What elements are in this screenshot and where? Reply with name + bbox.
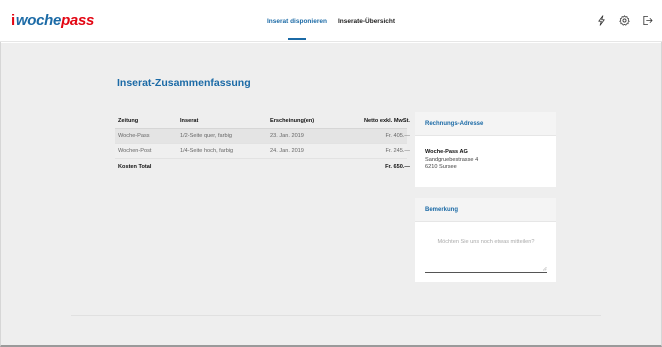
main-nav: Inserat disponieren Inserate-Übersicht — [0, 0, 662, 42]
total-value: Fr. 650.— — [385, 163, 410, 170]
table-row: Wochen-Post 1/4-Seite hoch, farbig 24. J… — [115, 144, 410, 159]
cell-netto: Fr. 245.— — [385, 148, 410, 154]
col-inserat: Inserat — [180, 118, 199, 124]
total-label: Kosten Total — [118, 163, 152, 170]
tab-inserate-uebersicht[interactable]: Inserate-Übersicht — [338, 12, 395, 31]
cell-inserat: 1/4-Seite hoch, farbig — [180, 148, 234, 154]
remark-title: Bemerkung — [415, 198, 556, 222]
cell-zeitung: Wochen-Post — [118, 148, 152, 154]
table-header: Zeitung Inserat Erscheinung(en) Netto ex… — [115, 114, 410, 129]
billing-street: Sandgruebestrasse 4 — [425, 156, 479, 163]
resize-grip-icon[interactable] — [542, 266, 547, 271]
billing-address-card: Rechnungs-Adresse Woche-Pass AG Sandgrue… — [415, 112, 556, 187]
remark-textarea[interactable] — [425, 236, 547, 271]
page-title: Inserat-Zusammenfassung — [117, 77, 251, 89]
gear-icon[interactable] — [618, 14, 630, 26]
billing-city: 6210 Sursee — [425, 164, 457, 170]
lightning-icon[interactable] — [595, 14, 607, 26]
header-icons — [595, 14, 653, 26]
logout-icon[interactable] — [641, 14, 653, 26]
billing-address-title: Rechnungs-Adresse — [415, 112, 556, 136]
col-erscheinung: Erscheinung(en) — [270, 118, 315, 124]
remark-card: Bemerkung — [415, 198, 556, 282]
main-content: Inserat-Zusammenfassung Zeitung Inserat … — [1, 43, 661, 345]
col-zeitung: Zeitung — [118, 118, 139, 124]
footer-divider — [71, 315, 601, 316]
brand-logo-prefix: i — [11, 12, 15, 29]
cell-zeitung: Woche-Pass — [118, 133, 150, 139]
brand-logo-part2: pass — [61, 12, 95, 29]
cell-netto: Fr. 405.— — [385, 133, 410, 139]
cell-erscheinung: 24. Jan. 2019 — [270, 148, 304, 154]
top-bar: i woche pass Inserat disponieren Inserat… — [0, 0, 662, 42]
col-netto: Netto exkl. MwSt. — [363, 118, 410, 124]
cell-erscheinung: 23. Jan. 2019 — [270, 133, 304, 139]
cell-inserat: 1/2-Seite quer, farbig — [180, 133, 232, 139]
table-total-row: Kosten Total Fr. 650.— — [115, 159, 410, 174]
billing-company: Woche-Pass AG — [425, 149, 468, 155]
billing-address-body: Woche-Pass AG Sandgruebestrasse 4 6210 S… — [415, 136, 556, 182]
remark-field — [425, 236, 547, 273]
brand-logo[interactable]: i woche pass — [11, 12, 94, 30]
tab-inserat-disponieren[interactable]: Inserat disponieren — [267, 12, 327, 31]
table-row: Woche-Pass 1/2-Seite quer, farbig 23. Ja… — [115, 129, 410, 144]
summary-table: Zeitung Inserat Erscheinung(en) Netto ex… — [115, 114, 410, 174]
brand-logo-part1: woche — [15, 12, 62, 29]
